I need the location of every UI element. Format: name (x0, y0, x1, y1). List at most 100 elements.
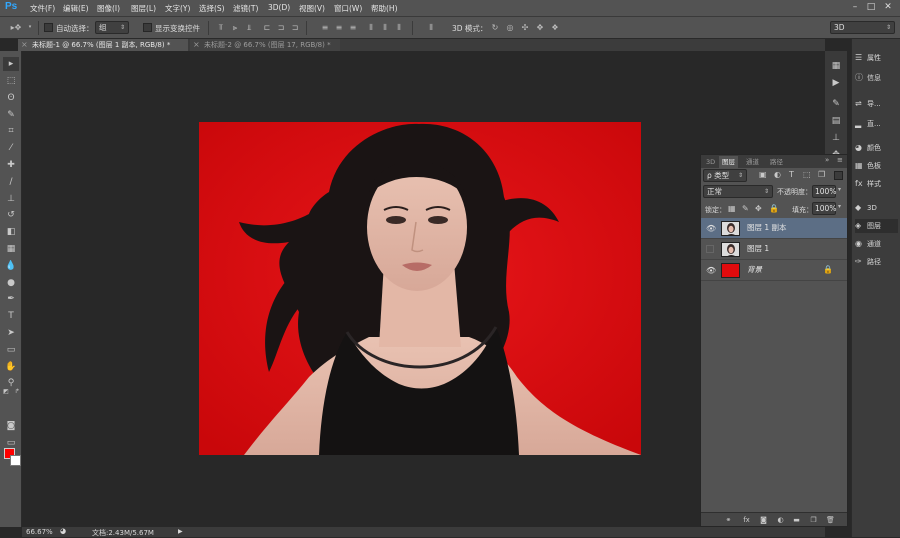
distribute-top-icon[interactable]: ≡ (320, 22, 330, 33)
document-tab[interactable]: × 未标题-2 @ 66.7% (图层 17, RGB/8) * (190, 39, 340, 51)
layer-row[interactable]: 👁 背景 🔒 (701, 260, 847, 281)
new-group-icon[interactable]: ▬ (791, 515, 802, 525)
auto-align-icon[interactable]: ⫴ (426, 22, 436, 33)
blend-mode-dropdown[interactable]: 正常 ⇕ (703, 185, 773, 198)
tab-layers[interactable]: 图层 (719, 156, 738, 168)
tab-paths[interactable]: 路径 (767, 156, 786, 168)
zoom-level[interactable]: 66.67% (26, 528, 53, 536)
visibility-eye-icon[interactable]: 👁 (706, 266, 716, 275)
blur-tool-icon[interactable]: 💧 (3, 259, 19, 273)
distribute-hcenter-icon[interactable]: ⦀ (380, 22, 390, 33)
auto-select-checkbox[interactable] (44, 23, 53, 32)
status-menu-icon[interactable]: ◕ (60, 527, 66, 535)
align-left-icon[interactable]: ⊏ (262, 22, 272, 33)
close-tab-icon[interactable]: × (193, 39, 200, 51)
filter-smart-icon[interactable]: ❐ (818, 170, 825, 179)
brush-tool-icon[interactable]: ∕ (3, 175, 19, 189)
align-hcenter-icon[interactable]: ⊐ (276, 22, 286, 33)
dock-item-8[interactable]: ◆ 3D (855, 201, 877, 215)
link-layers-icon[interactable]: ⚭ (723, 515, 734, 525)
type-tool-icon[interactable]: T (3, 309, 19, 323)
menu-item[interactable]: 选择(S) (199, 3, 225, 14)
menu-item[interactable]: 视图(V) (299, 3, 325, 14)
dock-item-9[interactable]: ◈ 图层 (855, 219, 898, 233)
quick-mask-icon[interactable]: ◙ (3, 419, 19, 433)
align-bottom-icon[interactable]: ⫫ (244, 22, 254, 33)
background-color-swatch[interactable] (10, 455, 21, 466)
dock-item-3[interactable]: ⇌ 导... (855, 97, 881, 111)
fill-slider-icon[interactable]: ▾ (838, 203, 841, 210)
opacity-input[interactable]: 100% (812, 185, 836, 198)
menu-item[interactable]: 图层(L) (131, 3, 156, 14)
shape-tool-icon[interactable]: ▭ (3, 343, 19, 357)
dock-item-2[interactable]: ⓘ 信息 (855, 71, 881, 85)
dock-item-6[interactable]: ▦ 色板 (855, 159, 881, 173)
delete-layer-icon[interactable]: 🗑 (825, 515, 836, 525)
fill-input[interactable]: 100% (812, 202, 836, 215)
screen-mode-icon[interactable]: ▭ (3, 436, 19, 450)
clone-source-icon[interactable]: ⊥ (828, 131, 844, 145)
menu-item[interactable]: 3D(D) (268, 3, 290, 12)
distribute-right-icon[interactable]: ⦀ (394, 22, 404, 33)
chevron-down-icon[interactable]: ▾ (27, 22, 33, 33)
dodge-tool-icon[interactable]: ● (3, 276, 19, 290)
eyedropper-tool-icon[interactable]: ⁄ (3, 141, 19, 155)
dock-item-5[interactable]: ◕ 颜色 (855, 141, 881, 155)
visibility-off-box[interactable] (706, 245, 714, 253)
workspace-dropdown[interactable]: 3D ⇕ (830, 21, 895, 34)
restore-button[interactable]: □ (864, 1, 878, 14)
crop-tool-icon[interactable]: ⌗ (3, 124, 19, 138)
filter-shape-icon[interactable]: ⬚ (803, 170, 811, 179)
rotate-3d-icon[interactable]: ↻ (490, 22, 500, 33)
history-brush-tool-icon[interactable]: ↺ (3, 208, 19, 222)
lasso-tool-icon[interactable]: ʘ (3, 91, 19, 105)
document-tab-active[interactable]: × 未标题-1 @ 66.7% (图层 1 副本, RGB/8) * (18, 39, 188, 51)
hand-tool-icon[interactable]: ✋ (3, 360, 19, 374)
move-tool-icon[interactable]: ▸ (3, 57, 19, 71)
dock-item-11[interactable]: ✑ 路径 (855, 255, 881, 269)
close-tab-icon[interactable]: × (21, 39, 28, 51)
slide-3d-icon[interactable]: ✥ (535, 22, 545, 33)
filter-pixel-icon[interactable]: ▣ (759, 170, 767, 179)
distribute-bottom-icon[interactable]: ≡ (348, 22, 358, 33)
opacity-slider-icon[interactable]: ▾ (838, 186, 841, 193)
filter-toggle-icon[interactable] (834, 171, 843, 180)
marquee-tool-icon[interactable]: ⬚ (3, 74, 19, 88)
layer-filter-dropdown[interactable]: ρ 类型 ⇕ (703, 169, 747, 182)
swap-colors-icon[interactable]: ↱ (13, 385, 21, 399)
tab-3d[interactable]: 3D (703, 156, 718, 168)
align-top-icon[interactable]: ⫪ (216, 22, 226, 33)
new-adjustment-icon[interactable]: ◐ (775, 515, 786, 525)
eraser-tool-icon[interactable]: ◧ (3, 225, 19, 239)
dock-item-7[interactable]: fx 样式 (855, 177, 881, 191)
document-canvas[interactable] (199, 122, 641, 455)
scale-3d-icon[interactable]: ❖ (550, 22, 560, 33)
minimize-button[interactable]: – (848, 1, 862, 14)
distribute-vcenter-icon[interactable]: ≡ (334, 22, 344, 33)
default-colors-icon[interactable]: ◩ (2, 385, 10, 399)
filter-type-icon[interactable]: T (789, 170, 794, 179)
tab-channels[interactable]: 通道 (743, 156, 762, 168)
move-tool-preset-icon[interactable]: ▸✥ (8, 22, 24, 33)
layer-row-selected[interactable]: 👁 图层 1 副本 (701, 218, 847, 239)
collapse-icon[interactable]: » (825, 156, 829, 164)
lock-pixels-icon[interactable]: ✎ (742, 204, 749, 213)
path-selection-tool-icon[interactable]: ➤ (3, 326, 19, 340)
menu-item[interactable]: 文件(F) (30, 3, 55, 14)
status-arrow-icon[interactable]: ▶ (178, 528, 183, 535)
dock-item-1[interactable]: ☰ 属性 (855, 51, 881, 65)
close-button[interactable]: ✕ (881, 1, 895, 14)
panel-menu-icon[interactable]: ≡ (837, 156, 843, 164)
menu-item[interactable]: 滤镜(T) (233, 3, 258, 14)
gradient-tool-icon[interactable]: ▦ (3, 242, 19, 256)
lock-transparency-icon[interactable]: ▦ (728, 204, 736, 213)
add-style-icon[interactable]: fx (741, 515, 752, 525)
menu-item[interactable]: 窗口(W) (334, 3, 362, 14)
distribute-left-icon[interactable]: ⦀ (366, 22, 376, 33)
drag-3d-icon[interactable]: ✣ (520, 22, 530, 33)
align-right-icon[interactable]: ⊐ (290, 22, 300, 33)
show-transform-checkbox[interactable] (143, 23, 152, 32)
healing-brush-tool-icon[interactable]: ✚ (3, 158, 19, 172)
dock-item-4[interactable]: ▂ 直... (855, 117, 881, 131)
lock-all-icon[interactable]: 🔒 (769, 204, 779, 213)
